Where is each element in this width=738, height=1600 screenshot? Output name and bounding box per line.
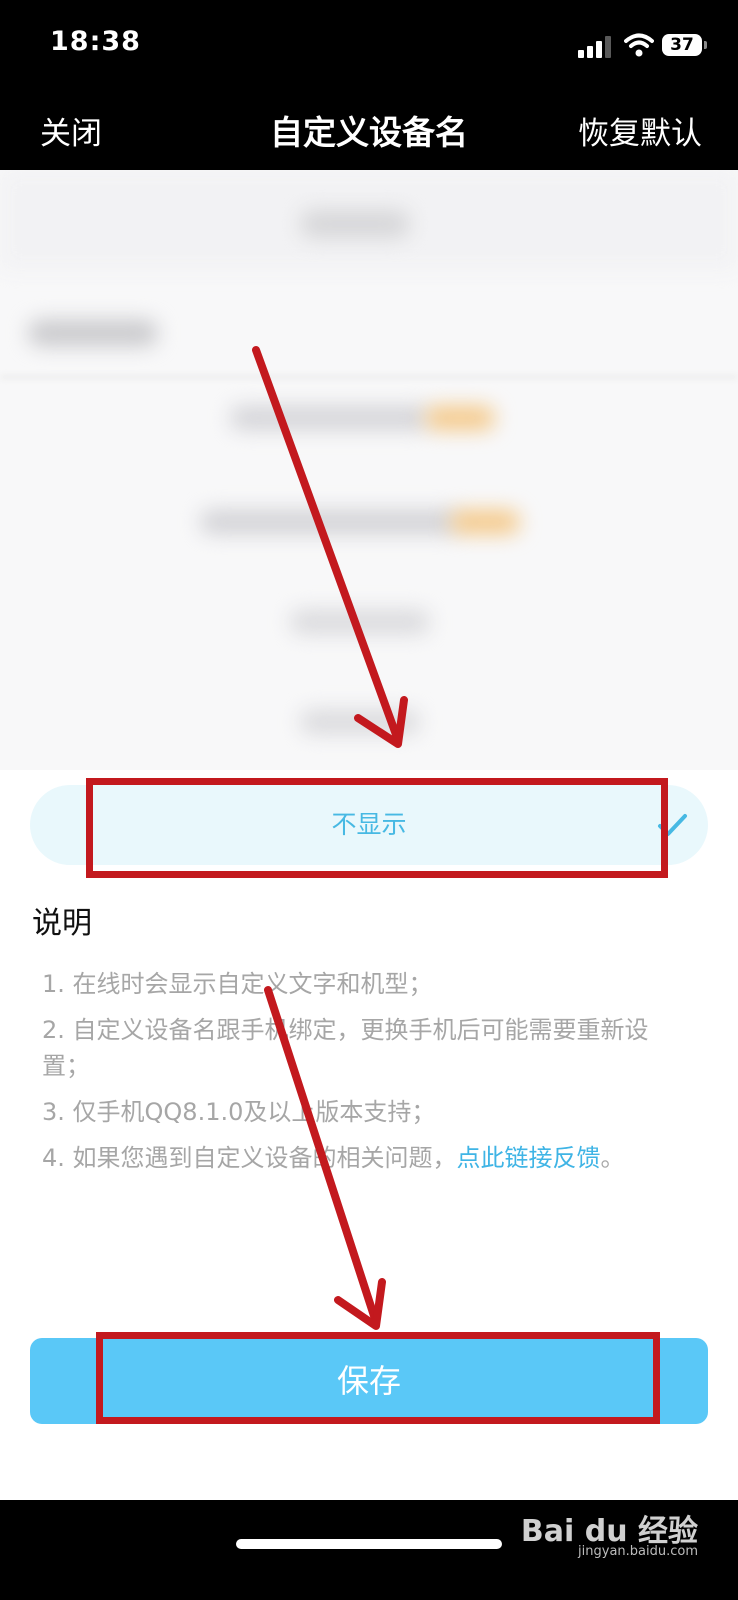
wifi-icon [624, 33, 654, 57]
baidu-watermark-url: jingyan.baidu.com [578, 1544, 698, 1559]
feedback-link[interactable]: 点此链接反馈 [457, 1144, 601, 1172]
cellular-signal-icon [578, 36, 614, 58]
nav-bar: 关闭 自定义设备名 恢复默认 [0, 90, 738, 170]
status-time: 18:38 [50, 26, 141, 57]
annotation-box-save [96, 1332, 660, 1424]
description-item-3: 3. 仅手机QQ8.1.0及以上版本支持； [42, 1098, 436, 1126]
blurred-device-list [0, 170, 738, 770]
home-indicator [236, 1539, 502, 1549]
description-item-2: 2. 自定义设备名跟手机绑定，更换手机后可能需要重新设置； [42, 1016, 649, 1080]
description-item-4-text: 4. 如果您遇到自定义设备的相关问题， [42, 1144, 457, 1172]
status-bar: 18:38 37 [0, 0, 738, 90]
description-title: 说明 [32, 906, 92, 941]
description-item-1: 1. 在线时会显示自定义文字和机型； [42, 970, 433, 998]
restore-default-button[interactable]: 恢复默认 [578, 108, 702, 153]
description-item-4-suffix: 。 [600, 1144, 625, 1172]
description-item-4: 4. 如果您遇到自定义设备的相关问题，点此链接反馈。 [42, 1140, 682, 1176]
battery-icon: 37 [662, 34, 707, 56]
annotation-box-option [86, 778, 668, 878]
